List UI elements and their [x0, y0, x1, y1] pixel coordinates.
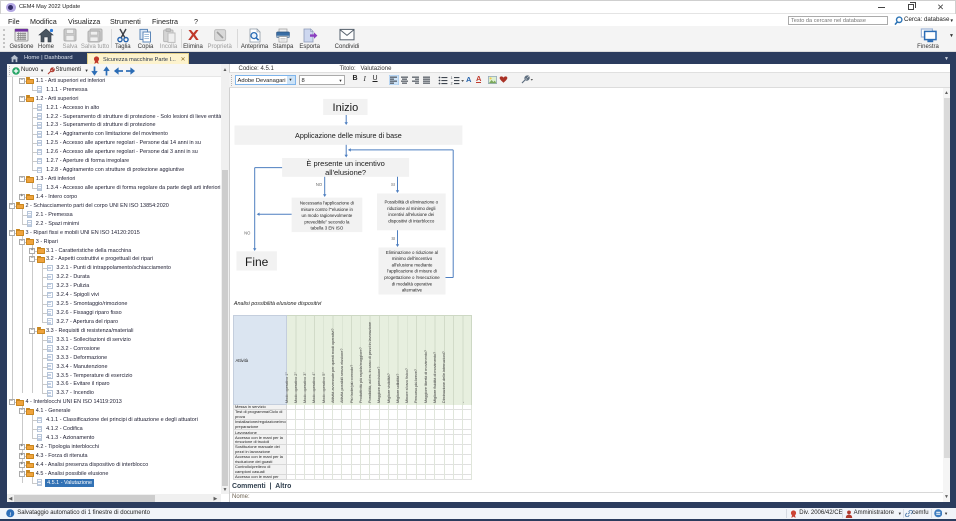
svg-text:incentivi all'elusione dei: incentivi all'elusione dei [388, 212, 434, 217]
svg-text:i: i [9, 511, 11, 518]
svg-text:tabella 3 EN ISO: tabella 3 EN ISO [310, 226, 343, 231]
svg-text:un modo ragionevolmente: un modo ragionevolmente [301, 213, 352, 218]
svg-text:alternative: alternative [401, 288, 422, 293]
svg-text:2: 2 [451, 81, 453, 84]
svg-text:Eliminazione o riduzione al: Eliminazione o riduzione al [385, 250, 437, 255]
svg-text:Possibilità di eliminazione o: Possibilità di eliminazione o [384, 200, 438, 205]
svg-text:misure contro l'“elusione in: misure contro l'“elusione in [300, 207, 353, 212]
svg-text:SI: SI [391, 182, 395, 187]
svg-text:di modalità operative: di modalità operative [391, 281, 432, 286]
svg-text:prevedibile” secondo la: prevedibile” secondo la [304, 219, 350, 224]
svg-text:l'applicazione di misure di: l'applicazione di misure di [387, 269, 437, 274]
svg-text:Applicazione delle misure di b: Applicazione delle misure di base [295, 131, 402, 140]
svg-text:all'elusione?: all'elusione? [325, 168, 366, 177]
svg-text:dispositivi di interblocco: dispositivi di interblocco [388, 218, 435, 223]
svg-text:NO: NO [244, 231, 251, 236]
svg-text:È presente un incentivo: È presente un incentivo [306, 159, 384, 168]
svg-text:Inizio: Inizio [332, 102, 358, 114]
svg-text:riduzione al minimo degli: riduzione al minimo degli [387, 206, 435, 211]
svg-text:SI: SI [391, 236, 395, 241]
svg-text:Fine: Fine [245, 255, 269, 269]
svg-text:Necessaria l'applicazione di: Necessaria l'applicazione di [299, 201, 353, 206]
svg-text:minimo dell'incentivo: minimo dell'incentivo [391, 256, 432, 261]
svg-text:NO: NO [315, 182, 322, 187]
svg-text:1: 1 [451, 76, 453, 80]
svg-text:all'elusione mediante: all'elusione mediante [391, 262, 432, 267]
svg-text:progettazione o l'esecuzione: progettazione o l'esecuzione [384, 275, 440, 280]
